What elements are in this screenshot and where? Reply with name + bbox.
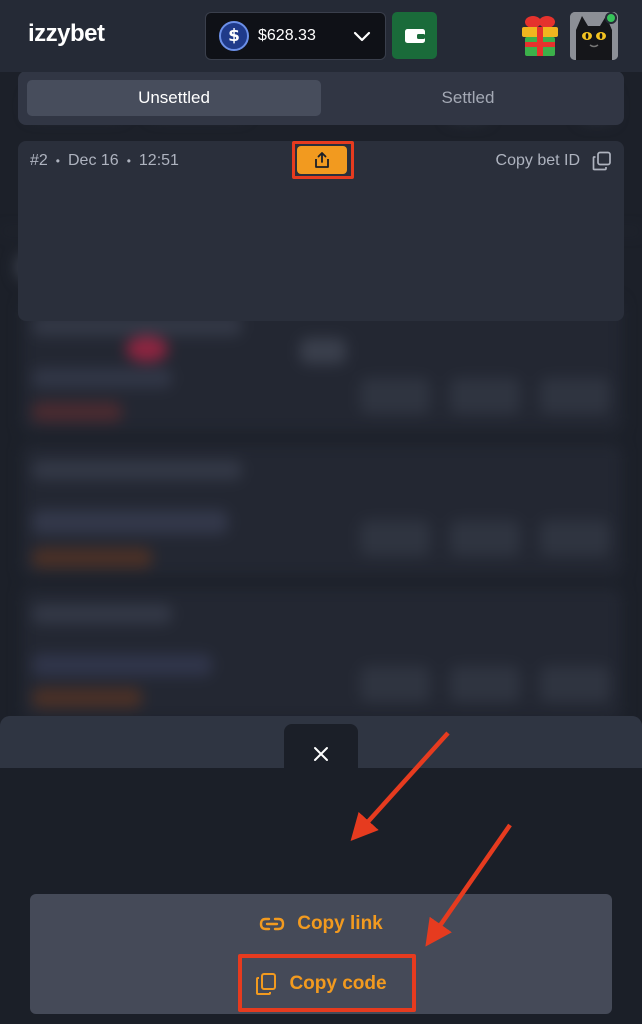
close-button[interactable] xyxy=(284,724,358,784)
bet-time: 12:51 xyxy=(138,152,179,169)
copy-bet-id-button[interactable]: Copy bet ID xyxy=(496,149,612,173)
bet-number: #2 xyxy=(30,152,48,169)
wallet-icon xyxy=(404,28,425,43)
balance-selector[interactable]: $ $628.33 xyxy=(205,12,386,60)
bet-card: #2 • Dec 16 • 12:51 Copy bet ID xyxy=(18,141,624,321)
wallet-button[interactable] xyxy=(392,12,437,59)
tab-settled[interactable]: Settled xyxy=(321,80,615,116)
bet-meta: #2 • Dec 16 • 12:51 xyxy=(30,151,179,171)
copy-bet-id-label: Copy bet ID xyxy=(495,152,580,169)
copy-link-option[interactable]: Copy link xyxy=(30,904,612,944)
page: izzybet $ $628.33 Unsettled Settled #2 •… xyxy=(0,0,642,1024)
bet-date: Dec 16 xyxy=(68,152,119,169)
balance-amount: $628.33 xyxy=(258,27,316,44)
separator-dot: • xyxy=(55,154,60,168)
online-status-dot xyxy=(605,12,617,24)
bet-status-tabs: Unsettled Settled xyxy=(18,71,624,125)
copy-code-highlight xyxy=(238,954,416,1012)
chevron-down-icon xyxy=(353,31,371,42)
tab-unsettled[interactable]: Unsettled xyxy=(27,80,321,116)
dollar-coin-icon: $ xyxy=(219,21,249,51)
top-bar: izzybet $ $628.33 xyxy=(0,0,642,72)
logo[interactable]: izzybet xyxy=(28,20,105,48)
copy-link-label: Copy link xyxy=(297,913,383,934)
link-icon xyxy=(260,917,285,931)
gift-icon[interactable] xyxy=(519,12,561,58)
close-icon xyxy=(314,747,328,761)
separator-dot: • xyxy=(126,154,131,168)
share-button-highlight xyxy=(292,141,354,179)
copy-icon xyxy=(592,151,611,171)
